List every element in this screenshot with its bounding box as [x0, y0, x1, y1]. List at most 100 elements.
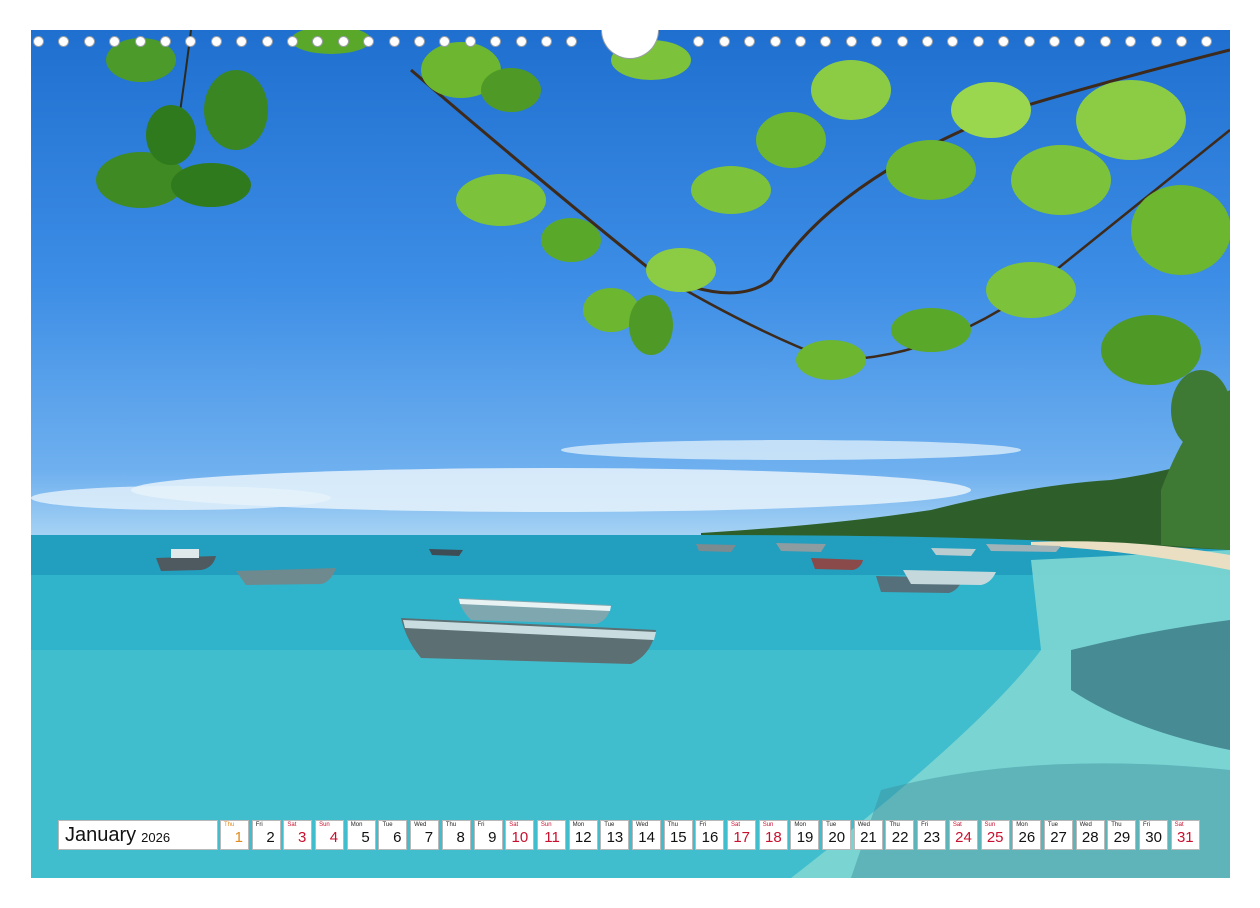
- day-cell: Mon 5: [346, 820, 376, 850]
- binding-hole: [744, 36, 756, 47]
- binding-hole: [922, 36, 933, 47]
- binding-hole: [261, 36, 273, 47]
- binding-hole: [83, 36, 95, 47]
- boat-distant: [429, 549, 463, 556]
- beach-photo: [31, 30, 1230, 878]
- binding-hole: [541, 36, 552, 47]
- day-cell: Thu 1: [220, 820, 249, 850]
- weekday-label: Fri: [699, 822, 707, 828]
- day-cell: Thu 8: [441, 820, 471, 850]
- binding-hole: [414, 36, 425, 47]
- cloud: [561, 440, 1021, 460]
- day-number: 31: [1176, 829, 1194, 846]
- day-cell: Wed 21: [853, 820, 883, 850]
- weekday-label: Tue: [826, 822, 837, 828]
- day-number: 5: [361, 829, 370, 846]
- weekday-label: Sun: [984, 822, 996, 828]
- weekday-label: Sat: [731, 822, 741, 828]
- leaves-cluster: [291, 30, 1230, 450]
- weekday-label: Fri: [921, 822, 929, 828]
- weekday-label: Thu: [224, 822, 235, 828]
- binding-hole: [185, 36, 197, 47]
- day-cell: Thu 15: [663, 820, 693, 850]
- binding-hole: [312, 36, 324, 47]
- boat-distant: [696, 544, 736, 552]
- day-cell: Sun 18: [758, 820, 788, 850]
- day-cell: Sun 11: [536, 820, 566, 850]
- weekday-label: Thu: [445, 822, 457, 828]
- day-cell: Thu 29: [1107, 820, 1137, 850]
- weekday-label: Mon: [794, 822, 807, 828]
- day-number: 8: [456, 829, 465, 846]
- day-number: 14: [638, 829, 655, 846]
- day-number: 30: [1145, 829, 1162, 846]
- day-cell: Fri 16: [695, 820, 725, 850]
- day-cell: Wed 28: [1075, 820, 1105, 850]
- day-number: 16: [701, 829, 719, 846]
- day-cell: Fri 2: [251, 820, 281, 850]
- boat-small: [903, 570, 996, 585]
- binding-hole: [58, 36, 70, 47]
- day-number: 15: [669, 829, 687, 846]
- binding-hole: [1099, 36, 1111, 47]
- day-number: 28: [1081, 829, 1099, 846]
- day-number: 6: [393, 829, 402, 846]
- weekday-label: Sat: [509, 822, 519, 828]
- day-cell: Fri 30: [1138, 820, 1168, 850]
- day-cell: Fri 23: [917, 820, 947, 850]
- day-cell: Sat 17: [727, 820, 756, 850]
- day-cell: Sun 25: [980, 820, 1010, 850]
- binding-hole: [998, 36, 1010, 47]
- day-number: 25: [986, 829, 1004, 846]
- day-cell: Sat 10: [505, 820, 535, 850]
- boat-cabin: [171, 549, 199, 558]
- day-cell: Thu 22: [885, 820, 915, 850]
- month-name: January: [65, 823, 137, 846]
- calendar-strip: January 2026 Thu 1 Fri 2 Sat 3 Sun 4 Mon 5 Tue 6 Wed…: [58, 820, 1202, 850]
- weekday-label: Sun: [762, 822, 774, 828]
- binding-hole: [363, 36, 375, 47]
- day-number: 23: [923, 829, 941, 846]
- day-number: 4: [329, 829, 339, 846]
- day-number: 26: [1018, 829, 1036, 846]
- weekday-label: Wed: [857, 822, 870, 828]
- day-cell: Wed 14: [631, 820, 661, 850]
- binding-hole: [134, 36, 146, 47]
- boat-small: [811, 558, 863, 570]
- binding-hole: [490, 36, 502, 47]
- binding-hole: [109, 36, 121, 47]
- binding-hole: [896, 36, 908, 47]
- day-number: 13: [606, 829, 624, 846]
- month-label-box: January 2026: [58, 820, 218, 850]
- binding-hole: [210, 36, 222, 47]
- day-cell: Tue 20: [822, 820, 852, 850]
- weekday-label: Mon: [1016, 822, 1028, 828]
- day-number: 19: [796, 829, 814, 846]
- binding-hole: [388, 36, 400, 47]
- month-year: 2026: [141, 829, 171, 845]
- binding-hole: [464, 36, 476, 47]
- binding-hole: [160, 36, 171, 47]
- weekday-label: Thu: [889, 822, 900, 828]
- binding-hole: [1023, 36, 1035, 47]
- calendar-page: January 2026 Thu 1 Fri 2 Sat 3 Sun 4 Mon 5 Tue 6 Wed…: [0, 0, 1260, 908]
- binding-hole: [795, 36, 806, 47]
- binding-hole: [693, 36, 705, 47]
- leaves-cluster: [96, 38, 268, 208]
- day-cell: Wed 7: [410, 820, 440, 850]
- day-cell: Fri 9: [473, 820, 503, 850]
- weekday-label: Sun: [319, 822, 330, 828]
- weekday-label: Mon: [350, 822, 363, 828]
- weekday-label: Thu: [1111, 822, 1122, 828]
- day-number: 2: [266, 829, 275, 846]
- binding-hole: [820, 36, 832, 47]
- boat-distant: [931, 548, 976, 556]
- binding-hole: [337, 36, 349, 47]
- day-cell: Sat 3: [283, 820, 313, 850]
- day-cell: Mon 19: [790, 820, 820, 850]
- day-number: 1: [234, 829, 243, 846]
- weekday-label: Fri: [1142, 822, 1150, 828]
- photo-illustration: [31, 30, 1230, 878]
- binding-hole: [947, 36, 959, 47]
- binding-hole: [566, 36, 578, 47]
